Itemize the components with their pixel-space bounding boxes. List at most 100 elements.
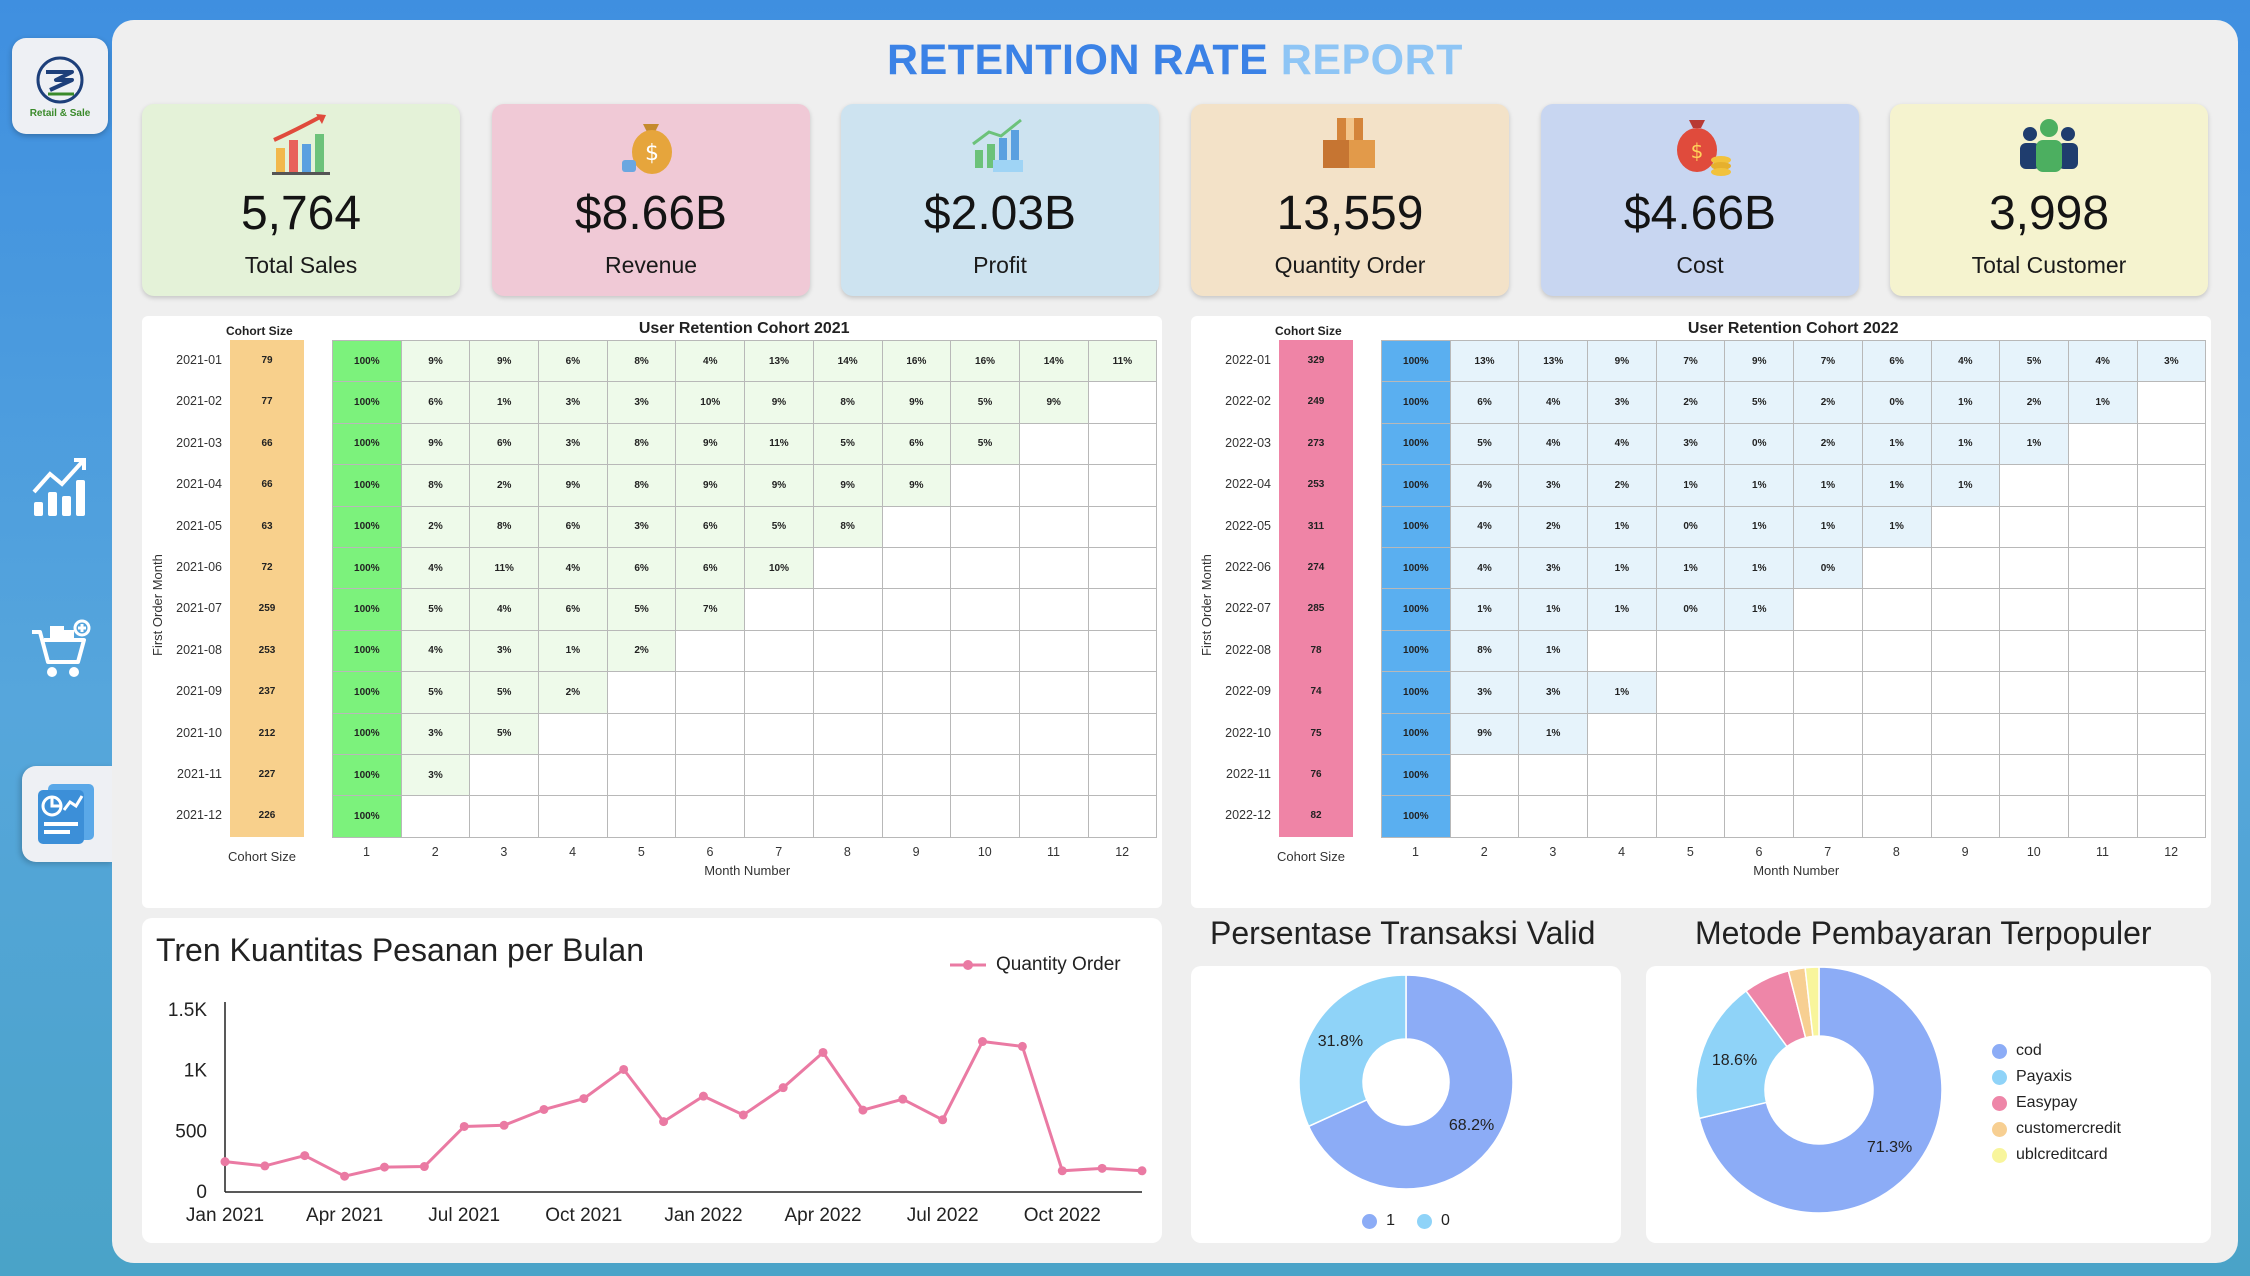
data-point[interactable]: [778, 1083, 788, 1093]
cohort-cell: 100%: [332, 505, 402, 548]
cohort-cell: 8%: [812, 505, 883, 548]
data-point[interactable]: [938, 1115, 948, 1125]
cohort-row: 100% 8% 1%: [1381, 629, 2207, 673]
cohort-panel-2022: User Retention Cohort 2022 Cohort Size 202…: [1191, 316, 2211, 908]
donut-slice[interactable]: [1298, 974, 1407, 1128]
data-point[interactable]: [1097, 1163, 1107, 1173]
data-point[interactable]: [419, 1162, 429, 1172]
cohort-cell: [1861, 546, 1932, 590]
cohort-cell: [538, 712, 608, 755]
legend-item[interactable]: customercredit: [1992, 1116, 2121, 1142]
cohort-size-cell: 63: [261, 520, 273, 532]
data-point[interactable]: [579, 1094, 589, 1104]
slice-label: 18.6%: [1712, 1052, 1757, 1069]
data-point[interactable]: [220, 1157, 230, 1167]
cohort-cell: [1861, 753, 1932, 797]
cohort-cell: [1861, 712, 1932, 755]
cohort-cell: [950, 546, 1020, 590]
data-point[interactable]: [539, 1104, 549, 1114]
cohort-cell: 4%: [1449, 505, 1520, 548]
legend-label: Payaxis: [2016, 1068, 2073, 1085]
cohort-cell: [2136, 795, 2207, 838]
cohort-row: 100% 9% 9% 6% 8% 4% 13% 14% 16% 16% 14% 11%: [332, 339, 1158, 383]
legend-item[interactable]: 0: [1417, 1208, 1450, 1234]
cohort-cell: 1%: [1724, 505, 1795, 548]
payment-donut-legend: cod Payaxis Easypay customercredit ublcredit…: [1992, 1038, 2121, 1168]
cohort-cell: [950, 753, 1020, 797]
cohort-cell: [950, 588, 1020, 631]
cohort-cell: [812, 671, 883, 714]
cohort-cell: [1518, 795, 1589, 838]
cohort-cell: [675, 629, 746, 673]
legend-item[interactable]: cod: [1992, 1038, 2121, 1064]
cohort-cell: 1%: [1587, 671, 1657, 714]
cohort-size-cell: 72: [261, 561, 273, 573]
data-point[interactable]: [459, 1121, 469, 1131]
cohort-x-axis-label: Month Number: [704, 862, 791, 878]
kpi-card-total-sales: 5,764 Total Sales: [142, 104, 460, 296]
cohort-size-cell: 285: [1307, 603, 1325, 615]
legend-dot: [1992, 1043, 2007, 1059]
cohort-cell: 1%: [1930, 464, 2001, 507]
data-point[interactable]: [1017, 1041, 1027, 1051]
kpi-value: 3,998: [1988, 187, 2110, 240]
cohort-cell: [881, 588, 952, 631]
cohort-cell: 7%: [1793, 339, 1863, 383]
legend-item[interactable]: ublcreditcard: [1992, 1142, 2121, 1168]
data-point[interactable]: [619, 1064, 629, 1074]
data-point[interactable]: [1137, 1166, 1147, 1176]
cohort-cell: 14%: [1018, 339, 1089, 383]
report-icon: [38, 784, 94, 844]
kpi-label: Profit: [973, 252, 1027, 278]
data-point[interactable]: [738, 1110, 748, 1120]
cohort-x-tick: 3: [1549, 844, 1557, 859]
profit-chart-icon: [972, 118, 1023, 172]
data-point[interactable]: [499, 1120, 509, 1130]
cohort-cell: 100%: [1381, 546, 1451, 590]
cohort-cell: [881, 629, 952, 673]
data-point[interactable]: [1057, 1166, 1067, 1176]
nav-report-button[interactable]: [22, 766, 114, 862]
app-logo[interactable]: Retail & Sale: [12, 38, 108, 134]
cohort-cell: [1087, 753, 1158, 797]
data-point[interactable]: [379, 1162, 389, 1172]
data-point[interactable]: [260, 1161, 270, 1171]
cohort-cell: 10%: [744, 546, 814, 590]
cohort-cell: [1087, 422, 1158, 466]
cohort-row-label: 2022-05: [1225, 518, 1271, 533]
cohort-row-label: 2021-11: [177, 766, 222, 781]
nav-orders-button[interactable]: [28, 618, 91, 682]
legend-item[interactable]: 1: [1362, 1208, 1395, 1234]
cohort-cell: 100%: [332, 422, 402, 466]
data-point[interactable]: [300, 1151, 310, 1161]
data-point[interactable]: [818, 1047, 828, 1057]
cohort-cell: [1587, 629, 1657, 673]
cohort-cell: 1%: [1793, 505, 1863, 548]
cohort-row-label: 2022-09: [1225, 684, 1271, 699]
cohort-cell: 9%: [1724, 339, 1795, 383]
data-point[interactable]: [978, 1037, 988, 1047]
cohort-cell: [812, 712, 883, 755]
cohort-x-tick: 10: [2026, 844, 2041, 859]
report-title: RETENTION RATE REPORT: [112, 36, 2238, 85]
cohort-size-cell: 212: [258, 727, 276, 739]
data-point[interactable]: [898, 1094, 908, 1104]
cohort-cell: [881, 546, 952, 590]
nav-analytics-button[interactable]: [28, 456, 88, 520]
data-point[interactable]: [858, 1105, 868, 1115]
cohort-cell: [2067, 464, 2138, 507]
cohort-cell: [1087, 712, 1158, 755]
cohort-cell: [950, 464, 1020, 507]
legend-item[interactable]: Easypay: [1992, 1090, 2121, 1116]
cohort-row: 100%: [332, 795, 1158, 838]
cohort-cell: 1%: [1724, 588, 1795, 631]
cohort-cell: 1%: [1999, 422, 2069, 466]
cohort-cell: 1%: [469, 381, 540, 424]
legend-item[interactable]: Payaxis: [1992, 1064, 2121, 1090]
data-point[interactable]: [698, 1091, 708, 1101]
cohort-cell: [2067, 795, 2138, 838]
data-point[interactable]: [659, 1117, 669, 1127]
cohort-row: 100% 5% 5% 2%: [332, 671, 1158, 714]
kpi-label: Cost: [1676, 252, 1724, 278]
data-point[interactable]: [340, 1171, 350, 1181]
